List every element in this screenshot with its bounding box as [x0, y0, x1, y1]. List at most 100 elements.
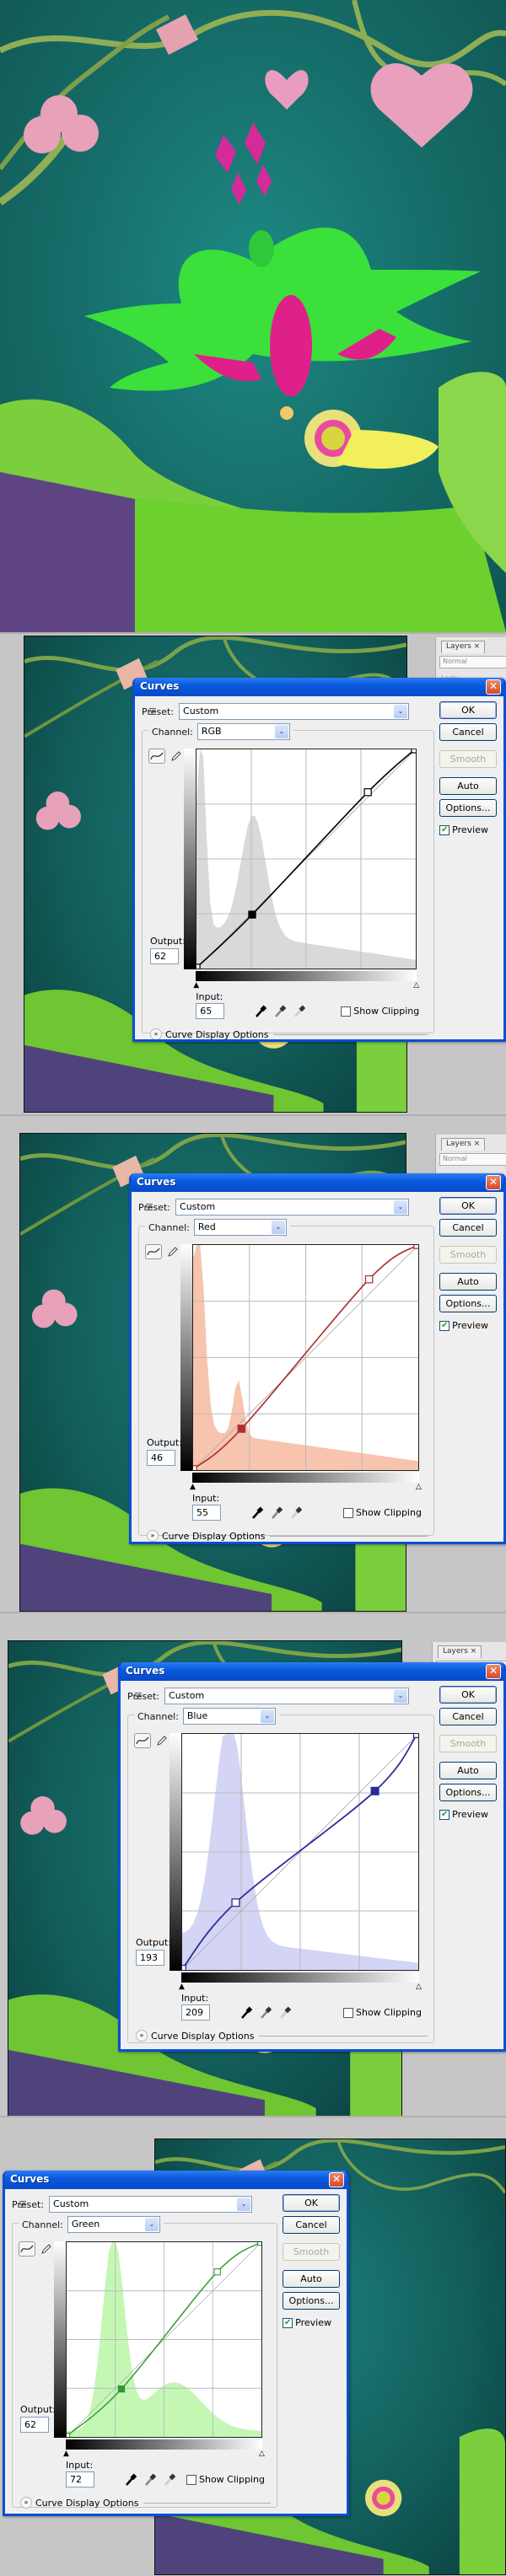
- preset-options-menu-icon[interactable]: ☰: [145, 1202, 153, 1213]
- black-eyedropper-icon[interactable]: [255, 1005, 267, 1018]
- black-point-slider[interactable]: ▲: [193, 981, 199, 990]
- white-eyedropper-icon[interactable]: [279, 2006, 291, 2020]
- preview-checkbox[interactable]: ✔ Preview: [439, 1809, 488, 1820]
- dialog-titlebar[interactable]: Curves ✕: [121, 1662, 503, 1681]
- auto-button[interactable]: Auto: [439, 1762, 497, 1779]
- curve-plot[interactable]: [67, 2242, 261, 2437]
- options-button[interactable]: Options...: [439, 1784, 497, 1801]
- layers-tab[interactable]: Layers ×: [441, 641, 486, 653]
- preset-select[interactable]: Custom ⌄: [175, 1199, 410, 1216]
- ok-button[interactable]: OK: [439, 1197, 497, 1215]
- curve-point-tool[interactable]: [145, 1244, 162, 1259]
- dialog-titlebar[interactable]: Curves ✕: [135, 678, 503, 696]
- curve-graph[interactable]: [192, 1244, 419, 1471]
- dialog-titlebar[interactable]: Curves ✕: [5, 2171, 347, 2189]
- blend-mode-select[interactable]: Normal: [439, 1153, 506, 1166]
- show-clipping-checkbox[interactable]: Show Clipping: [186, 2474, 265, 2485]
- white-point-slider[interactable]: △: [416, 1483, 422, 1491]
- curve-display-options-toggle[interactable]: » Curve Display Options: [20, 2497, 272, 2509]
- black-point-slider[interactable]: ▲: [190, 1483, 196, 1491]
- close-icon[interactable]: ✕: [486, 1175, 501, 1190]
- curve-plot[interactable]: [196, 749, 417, 969]
- channel-select[interactable]: Green ⌄: [67, 2216, 160, 2233]
- gray-eyedropper-icon[interactable]: [274, 1005, 287, 1018]
- layers-tab[interactable]: Layers ×: [438, 1645, 482, 1658]
- black-point-slider[interactable]: ▲: [63, 2450, 69, 2458]
- black-eyedropper-icon[interactable]: [240, 2006, 252, 2020]
- pencil-tool[interactable]: [153, 1733, 170, 1748]
- auto-button[interactable]: Auto: [283, 2270, 340, 2288]
- pencil-tool[interactable]: [168, 749, 185, 764]
- curve-display-options-toggle[interactable]: » Curve Display Options: [147, 1530, 428, 1542]
- black-eyedropper-icon[interactable]: [125, 2473, 137, 2487]
- preview-checkbox[interactable]: ✔ Preview: [439, 824, 488, 835]
- cancel-button[interactable]: Cancel: [283, 2216, 340, 2234]
- gray-eyedropper-icon[interactable]: [260, 2006, 272, 2020]
- white-point-slider[interactable]: △: [259, 2450, 265, 2458]
- show-clipping-checkbox[interactable]: Show Clipping: [341, 1006, 419, 1017]
- smooth-button[interactable]: Smooth: [439, 1735, 497, 1752]
- preset-select[interactable]: Custom ⌄: [179, 703, 410, 720]
- white-point-slider[interactable]: △: [416, 1983, 422, 1991]
- preview-checkbox[interactable]: ✔ Preview: [283, 2317, 331, 2328]
- pencil-tool[interactable]: [164, 1244, 181, 1259]
- input-field[interactable]: 209: [181, 2004, 210, 2021]
- smooth-button[interactable]: Smooth: [283, 2243, 340, 2261]
- preset-select[interactable]: Custom ⌄: [49, 2196, 253, 2213]
- dialog-titlebar[interactable]: Curves ✕: [132, 1173, 503, 1192]
- white-eyedropper-icon[interactable]: [164, 2473, 175, 2487]
- ok-button[interactable]: OK: [439, 701, 497, 719]
- cancel-button[interactable]: Cancel: [439, 1219, 497, 1237]
- curve-point-tool[interactable]: [19, 2241, 35, 2257]
- close-icon[interactable]: ✕: [486, 1664, 501, 1679]
- curve-display-options-toggle[interactable]: » Curve Display Options: [136, 2030, 428, 2042]
- output-field[interactable]: 62: [150, 948, 179, 964]
- curve-graph[interactable]: [181, 1733, 419, 1971]
- smooth-button[interactable]: Smooth: [439, 1246, 497, 1264]
- curve-graph[interactable]: [66, 2241, 262, 2438]
- smooth-button[interactable]: Smooth: [439, 750, 497, 768]
- gray-eyedropper-icon[interactable]: [144, 2473, 156, 2487]
- close-icon[interactable]: ✕: [486, 679, 501, 695]
- white-eyedropper-icon[interactable]: [290, 1506, 302, 1520]
- output-field[interactable]: 193: [136, 1950, 164, 1966]
- curve-point-tool[interactable]: [134, 1733, 151, 1748]
- auto-button[interactable]: Auto: [439, 777, 497, 795]
- preset-options-menu-icon[interactable]: ☰: [19, 2199, 27, 2210]
- curve-graph[interactable]: [196, 749, 417, 969]
- preview-checkbox[interactable]: ✔ Preview: [439, 1320, 488, 1331]
- options-button[interactable]: Options...: [439, 1295, 497, 1312]
- gray-eyedropper-icon[interactable]: [271, 1506, 283, 1520]
- blend-mode-select[interactable]: Normal: [439, 656, 506, 668]
- cancel-button[interactable]: Cancel: [439, 723, 497, 741]
- preset-select[interactable]: Custom ⌄: [164, 1688, 410, 1704]
- curve-point-tool[interactable]: [148, 749, 165, 764]
- auto-button[interactable]: Auto: [439, 1273, 497, 1291]
- channel-select[interactable]: RGB ⌄: [196, 723, 290, 740]
- show-clipping-checkbox[interactable]: Show Clipping: [343, 2007, 422, 2018]
- close-icon[interactable]: ✕: [329, 2172, 344, 2187]
- preset-options-menu-icon[interactable]: ☰: [148, 706, 157, 717]
- ok-button[interactable]: OK: [439, 1686, 497, 1704]
- input-field[interactable]: 65: [196, 1003, 225, 1019]
- channel-select[interactable]: Blue ⌄: [182, 1708, 276, 1725]
- black-eyedropper-icon[interactable]: [251, 1506, 263, 1520]
- black-point-slider[interactable]: ▲: [179, 1983, 185, 1991]
- curve-plot[interactable]: [193, 1245, 418, 1470]
- options-button[interactable]: Options...: [283, 2292, 340, 2310]
- output-field[interactable]: 46: [147, 1450, 175, 1466]
- input-field[interactable]: 55: [192, 1505, 221, 1521]
- input-field[interactable]: 72: [66, 2471, 94, 2487]
- channel-select[interactable]: Red ⌄: [193, 1219, 287, 1236]
- show-clipping-checkbox[interactable]: Show Clipping: [343, 1507, 422, 1518]
- preset-options-menu-icon[interactable]: ☰: [134, 1691, 143, 1702]
- layers-tab[interactable]: Layers ×: [441, 1138, 486, 1151]
- output-field[interactable]: 62: [20, 2417, 49, 2433]
- pencil-tool[interactable]: [38, 2241, 55, 2257]
- white-point-slider[interactable]: △: [413, 981, 419, 990]
- cancel-button[interactable]: Cancel: [439, 1708, 497, 1725]
- ok-button[interactable]: OK: [283, 2194, 340, 2212]
- curve-plot[interactable]: [182, 1734, 418, 1970]
- options-button[interactable]: Options...: [439, 799, 497, 817]
- white-eyedropper-icon[interactable]: [293, 1005, 306, 1018]
